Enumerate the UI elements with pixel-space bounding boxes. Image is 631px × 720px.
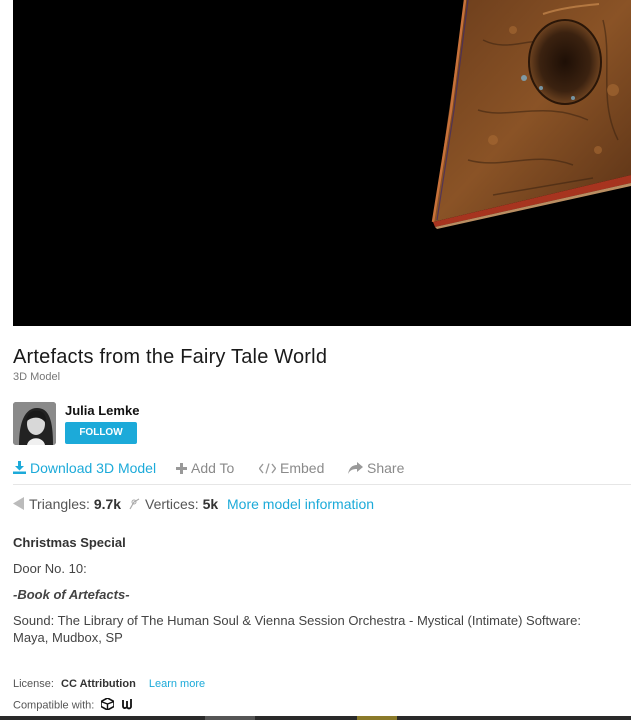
- vertices-label: Vertices:: [145, 496, 199, 512]
- download-button[interactable]: Download 3D Model: [13, 460, 156, 477]
- more-model-info-link[interactable]: More model information: [227, 496, 374, 512]
- follow-button[interactable]: FOLLOW: [65, 422, 137, 444]
- author-photo: [13, 402, 56, 445]
- description-line: Sound: The Library of The Human Soul & V…: [13, 613, 581, 628]
- author-name[interactable]: Julia Lemke: [65, 403, 139, 418]
- license-name[interactable]: CC Attribution: [61, 678, 136, 690]
- triangles-label: Triangles:: [29, 496, 90, 512]
- license-row: License: CC Attribution Learn more: [13, 678, 205, 690]
- add-to-label: Add To: [191, 460, 235, 476]
- unreal-icon: [121, 698, 134, 713]
- description-line: Maya, Mudbox, SP: [13, 630, 123, 645]
- bottom-bar-segment: [357, 716, 397, 720]
- bottom-bar-segment: [205, 716, 255, 720]
- model-viewer[interactable]: [13, 0, 631, 326]
- license-label: License:: [13, 678, 54, 690]
- share-button[interactable]: Share: [348, 460, 404, 477]
- unity-icon: [100, 697, 116, 713]
- embed-button[interactable]: Embed: [258, 460, 325, 477]
- code-icon: [258, 461, 277, 477]
- triangles-value: 9.7k: [93, 496, 122, 512]
- learn-more-link[interactable]: Learn more: [149, 678, 205, 690]
- add-to-button[interactable]: Add To: [176, 460, 234, 477]
- model-type-label: 3D Model: [13, 371, 61, 383]
- plus-icon: [176, 461, 187, 477]
- triangle-icon: [13, 497, 24, 513]
- vertices-value: 5k: [202, 496, 219, 512]
- share-icon: [348, 461, 363, 477]
- embed-label: Embed: [280, 460, 325, 476]
- download-label: Download 3D Model: [30, 460, 157, 476]
- share-label: Share: [367, 460, 405, 476]
- download-icon: [13, 461, 26, 477]
- model-title: Artefacts from the Fairy Tale World: [13, 346, 328, 368]
- triangles-stat: Triangles: 9.7k: [13, 496, 121, 513]
- description-line: -Book of Artefacts-: [13, 587, 130, 602]
- action-bar: Download 3D Model Add To Embed Share: [13, 460, 631, 485]
- description-heading: Christmas Special: [13, 535, 126, 550]
- description-line: Door No. 10:: [13, 561, 87, 576]
- compatibility-row: Compatible with:: [13, 697, 134, 713]
- vertex-icon: [128, 497, 140, 513]
- avatar[interactable]: [13, 402, 56, 445]
- book-render: [431, 0, 631, 229]
- compat-label: Compatible with:: [13, 699, 95, 712]
- vertices-stat: Vertices: 5k: [128, 496, 218, 513]
- bottom-bar: [0, 716, 631, 720]
